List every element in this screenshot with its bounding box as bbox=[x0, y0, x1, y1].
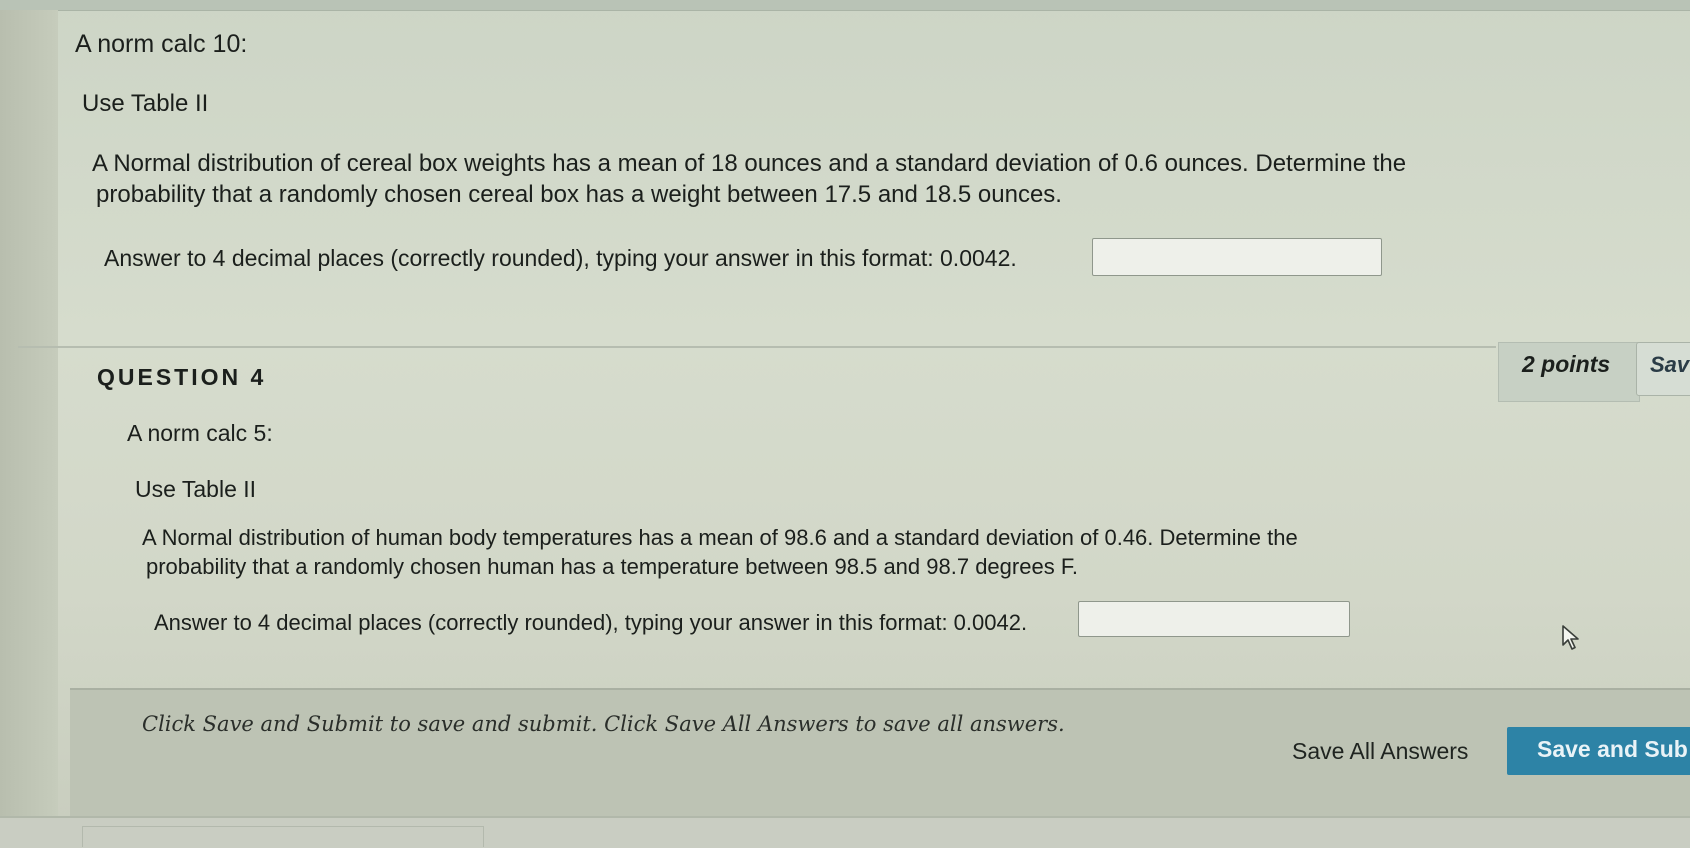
question-divider bbox=[18, 346, 1496, 348]
question-title: A norm calc 5: bbox=[127, 420, 273, 446]
question-prompt-line1: A Normal distribution of human body temp… bbox=[142, 525, 1298, 550]
question-table-note: Use Table II bbox=[135, 476, 257, 502]
previous-prompt-line1: A Normal distribution of cereal box weig… bbox=[92, 150, 1407, 177]
previous-prompt-line2: probability that a randomly chosen cerea… bbox=[96, 181, 1062, 208]
mouse-pointer-icon bbox=[1560, 624, 1584, 657]
question-answer-instruction: Answer to 4 decimal places (correctly ro… bbox=[154, 610, 1028, 635]
question-answer-field[interactable] bbox=[1078, 601, 1350, 637]
question-heading: QUESTION 4 bbox=[97, 364, 267, 390]
top-bar bbox=[0, 0, 1690, 11]
previous-table-note: Use Table II bbox=[82, 90, 209, 117]
quiz-page: A norm calc 10: Use Table II A Normal di… bbox=[0, 0, 1690, 848]
save-and-submit-label: Save and Sub bbox=[1537, 736, 1688, 762]
save-answer-label: Sav bbox=[1650, 352, 1690, 377]
save-all-answers-button[interactable]: Save All Answers bbox=[1292, 738, 1468, 765]
bottom-bar-inner bbox=[82, 826, 484, 847]
previous-answer-field[interactable] bbox=[1092, 238, 1382, 276]
previous-answer-instruction: Answer to 4 decimal places (correctly ro… bbox=[104, 245, 1017, 271]
left-edge bbox=[0, 10, 58, 846]
question-prompt-line2: probability that a randomly chosen human… bbox=[146, 554, 1078, 579]
previous-question-title: A norm calc 10: bbox=[75, 30, 248, 58]
submit-instructions: Click Save and Submit to save and submit… bbox=[142, 712, 1065, 736]
points-label: 2 points bbox=[1522, 351, 1611, 377]
